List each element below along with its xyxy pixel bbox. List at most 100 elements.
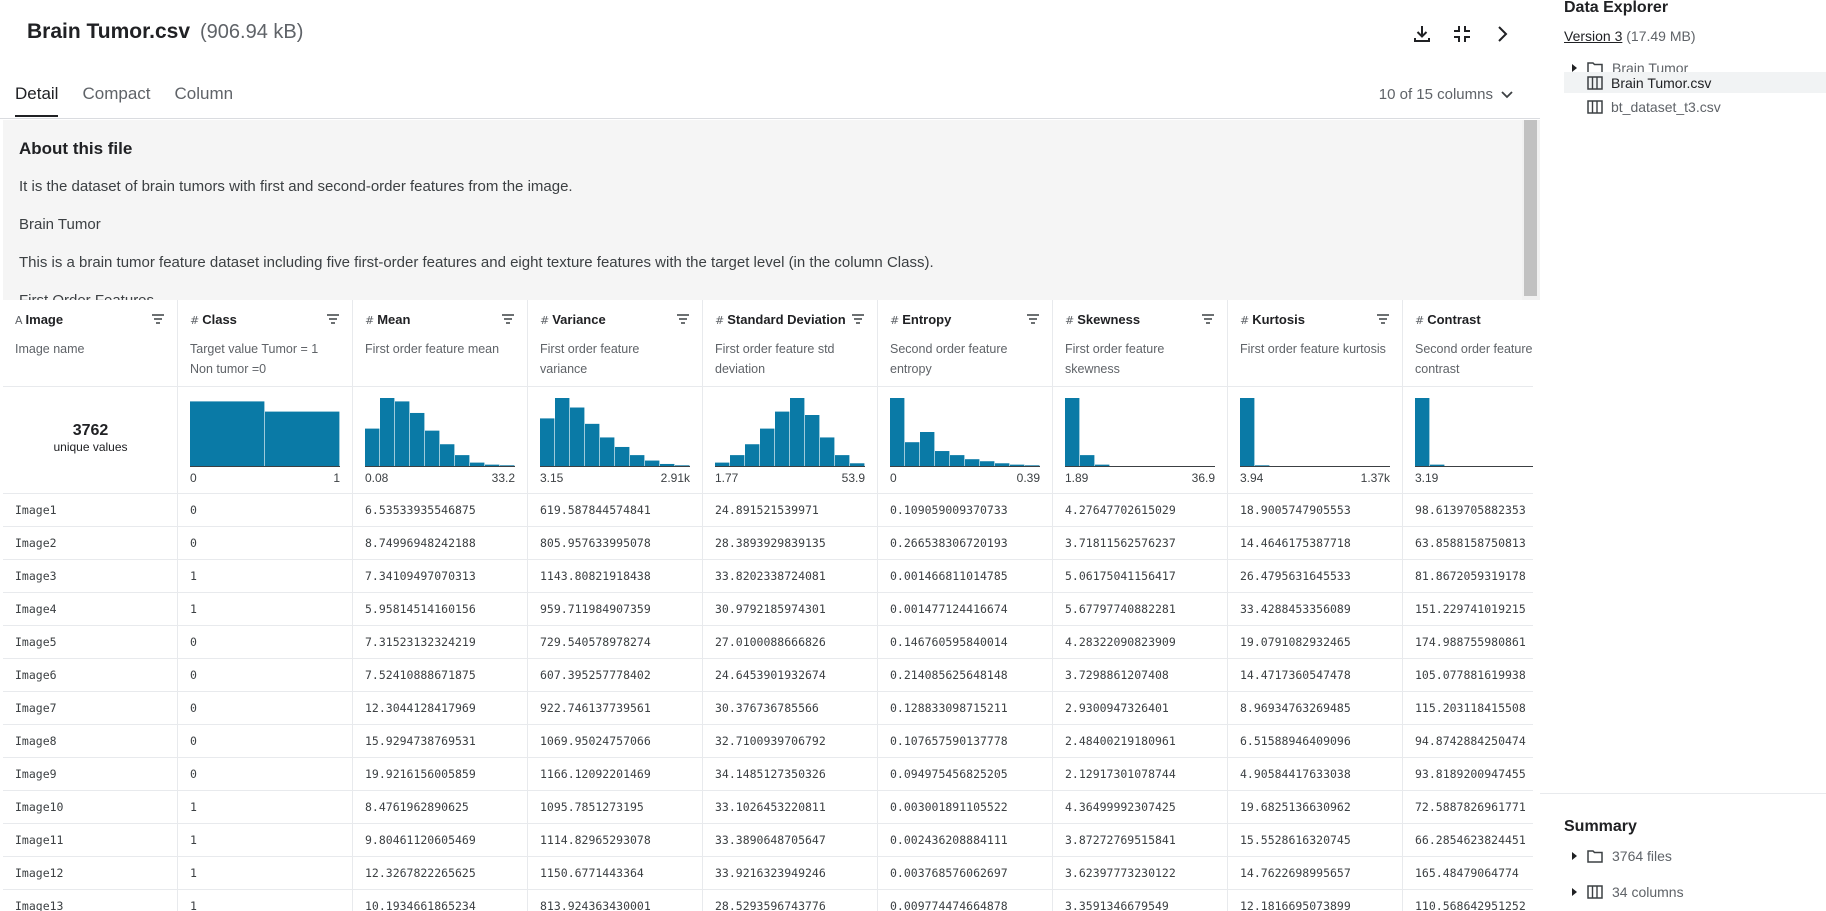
histogram-bar[interactable]	[890, 398, 905, 466]
histogram-chart[interactable]	[190, 397, 340, 467]
histogram-chart[interactable]	[890, 397, 1040, 467]
histogram-bar[interactable]	[995, 463, 1010, 466]
histogram-bar[interactable]	[1010, 464, 1025, 466]
table-cell[interactable]: 12.1816695073899	[1228, 890, 1402, 911]
histogram-chart[interactable]	[1240, 397, 1390, 467]
table-cell[interactable]: Image2	[3, 527, 177, 560]
histogram-bar[interactable]	[190, 401, 265, 466]
table-cell[interactable]: 94.8742884250474	[1403, 725, 1533, 758]
table-cell[interactable]: 1	[178, 857, 352, 890]
table-cell[interactable]: Image1	[3, 494, 177, 527]
histogram-chart[interactable]	[540, 397, 690, 467]
column-header[interactable]: # Mean First order feature mean	[353, 300, 527, 387]
download-icon[interactable]	[1410, 22, 1434, 46]
column-count-select[interactable]: 10 of 15 columns	[1379, 86, 1513, 103]
table-cell[interactable]: 7.52410888671875	[353, 659, 527, 692]
histogram-bar[interactable]	[675, 465, 690, 466]
table-cell[interactable]: 98.6139705882353	[1403, 494, 1533, 527]
table-cell[interactable]: 19.0791082932465	[1228, 626, 1402, 659]
table-cell[interactable]: 619.587844574841	[528, 494, 702, 527]
table-cell[interactable]: 28.5293596743776	[703, 890, 877, 911]
histogram-bar[interactable]	[365, 428, 380, 466]
histogram-bar[interactable]	[715, 462, 730, 466]
table-cell[interactable]: 93.8189200947455	[1403, 758, 1533, 791]
histogram-bar[interactable]	[1430, 464, 1445, 466]
table-cell[interactable]: 1	[178, 593, 352, 626]
table-cell[interactable]: 33.3890648705647	[703, 824, 877, 857]
table-cell[interactable]: 1	[178, 824, 352, 857]
table-cell[interactable]: 0.002436208884111	[878, 824, 1052, 857]
histogram-bar[interactable]	[440, 444, 455, 466]
tab-compact[interactable]: Compact	[82, 84, 150, 117]
histogram-bar[interactable]	[455, 455, 470, 466]
table-cell[interactable]: 24.891521539971	[703, 494, 877, 527]
histogram-bar[interactable]	[745, 444, 760, 466]
table-cell[interactable]: 12.3267822265625	[353, 857, 527, 890]
table-cell[interactable]: 0.003768576062697	[878, 857, 1052, 890]
table-cell[interactable]: Image3	[3, 560, 177, 593]
table-cell[interactable]: 6.53533935546875	[353, 494, 527, 527]
table-cell[interactable]: 3.71811562576237	[1053, 527, 1227, 560]
table-cell[interactable]: 5.67797740882281	[1053, 593, 1227, 626]
table-cell[interactable]: 959.711984907359	[528, 593, 702, 626]
table-cell[interactable]: 0.001477124416674	[878, 593, 1052, 626]
table-cell[interactable]: 32.7100939706792	[703, 725, 877, 758]
histogram-bar[interactable]	[540, 418, 555, 466]
table-cell[interactable]: 15.5528616320745	[1228, 824, 1402, 857]
table-cell[interactable]: 0.009774474664878	[878, 890, 1052, 911]
histogram-bar[interactable]	[1065, 398, 1080, 466]
table-cell[interactable]: Image6	[3, 659, 177, 692]
histogram-bar[interactable]	[935, 451, 950, 466]
column-header[interactable]: # Standard Deviation First order feature s…	[703, 300, 877, 387]
column-header[interactable]: # Skewness First order feature skewness	[1053, 300, 1227, 387]
histogram-chart[interactable]	[715, 397, 865, 467]
histogram-bar[interactable]	[265, 411, 340, 466]
table-cell[interactable]: 4.36499992307425	[1053, 791, 1227, 824]
table-cell[interactable]: Image8	[3, 725, 177, 758]
table-cell[interactable]: 2.48400219180961	[1053, 725, 1227, 758]
table-cell[interactable]: 1166.12092201469	[528, 758, 702, 791]
table-cell[interactable]: 34.1485127350326	[703, 758, 877, 791]
table-cell[interactable]: 5.06175041156417	[1053, 560, 1227, 593]
histogram-bar[interactable]	[1240, 398, 1255, 466]
sort-icon[interactable]	[851, 313, 865, 325]
table-cell[interactable]: Image12	[3, 857, 177, 890]
table-cell[interactable]: 0.266538306720193	[878, 527, 1052, 560]
table-cell[interactable]: 1114.82965293078	[528, 824, 702, 857]
table-cell[interactable]: 0	[178, 692, 352, 725]
histogram-bar[interactable]	[905, 442, 920, 466]
table-cell[interactable]: 19.6825136630962	[1228, 791, 1402, 824]
table-cell[interactable]: 0.107657590137778	[878, 725, 1052, 758]
table-cell[interactable]: 1095.7851273195	[528, 791, 702, 824]
table-cell[interactable]: 66.2854623824451	[1403, 824, 1533, 857]
tree-item-file[interactable]: bt_dataset_t3.csv	[1564, 96, 1826, 118]
table-cell[interactable]: 0	[178, 494, 352, 527]
histogram-bar[interactable]	[500, 465, 515, 466]
about-scrollbar-thumb[interactable]	[1524, 120, 1537, 296]
table-cell[interactable]: 0.109059009370733	[878, 494, 1052, 527]
caret-right-icon[interactable]	[1572, 852, 1577, 860]
histogram-bar[interactable]	[805, 415, 820, 466]
sort-icon[interactable]	[1201, 313, 1215, 325]
histogram-bar[interactable]	[920, 432, 935, 466]
table-cell[interactable]: 1069.95024757066	[528, 725, 702, 758]
table-cell[interactable]: 110.568642951252	[1403, 890, 1533, 911]
table-cell[interactable]: 0.146760595840014	[878, 626, 1052, 659]
sort-icon[interactable]	[326, 313, 340, 325]
histogram-bar[interactable]	[1415, 398, 1430, 466]
column-header[interactable]: # Kurtosis First order feature kurtosis	[1228, 300, 1402, 387]
sort-icon[interactable]	[676, 313, 690, 325]
histogram-bar[interactable]	[570, 407, 585, 466]
histogram-bar[interactable]	[760, 428, 775, 466]
table-cell[interactable]: 0.094975456825205	[878, 758, 1052, 791]
histogram-bar[interactable]	[790, 398, 805, 466]
table-cell[interactable]: 18.9005747905553	[1228, 494, 1402, 527]
table-cell[interactable]: 33.1026453220811	[703, 791, 877, 824]
table-cell[interactable]: 5.95814514160156	[353, 593, 527, 626]
table-cell[interactable]: 30.376736785566	[703, 692, 877, 725]
summary-columns[interactable]: 34 columns	[1564, 881, 1826, 903]
table-cell[interactable]: 115.203118415508	[1403, 692, 1533, 725]
table-cell[interactable]: Image7	[3, 692, 177, 725]
table-cell[interactable]: 14.7622698995657	[1228, 857, 1402, 890]
table-cell[interactable]: 0.214085625648148	[878, 659, 1052, 692]
